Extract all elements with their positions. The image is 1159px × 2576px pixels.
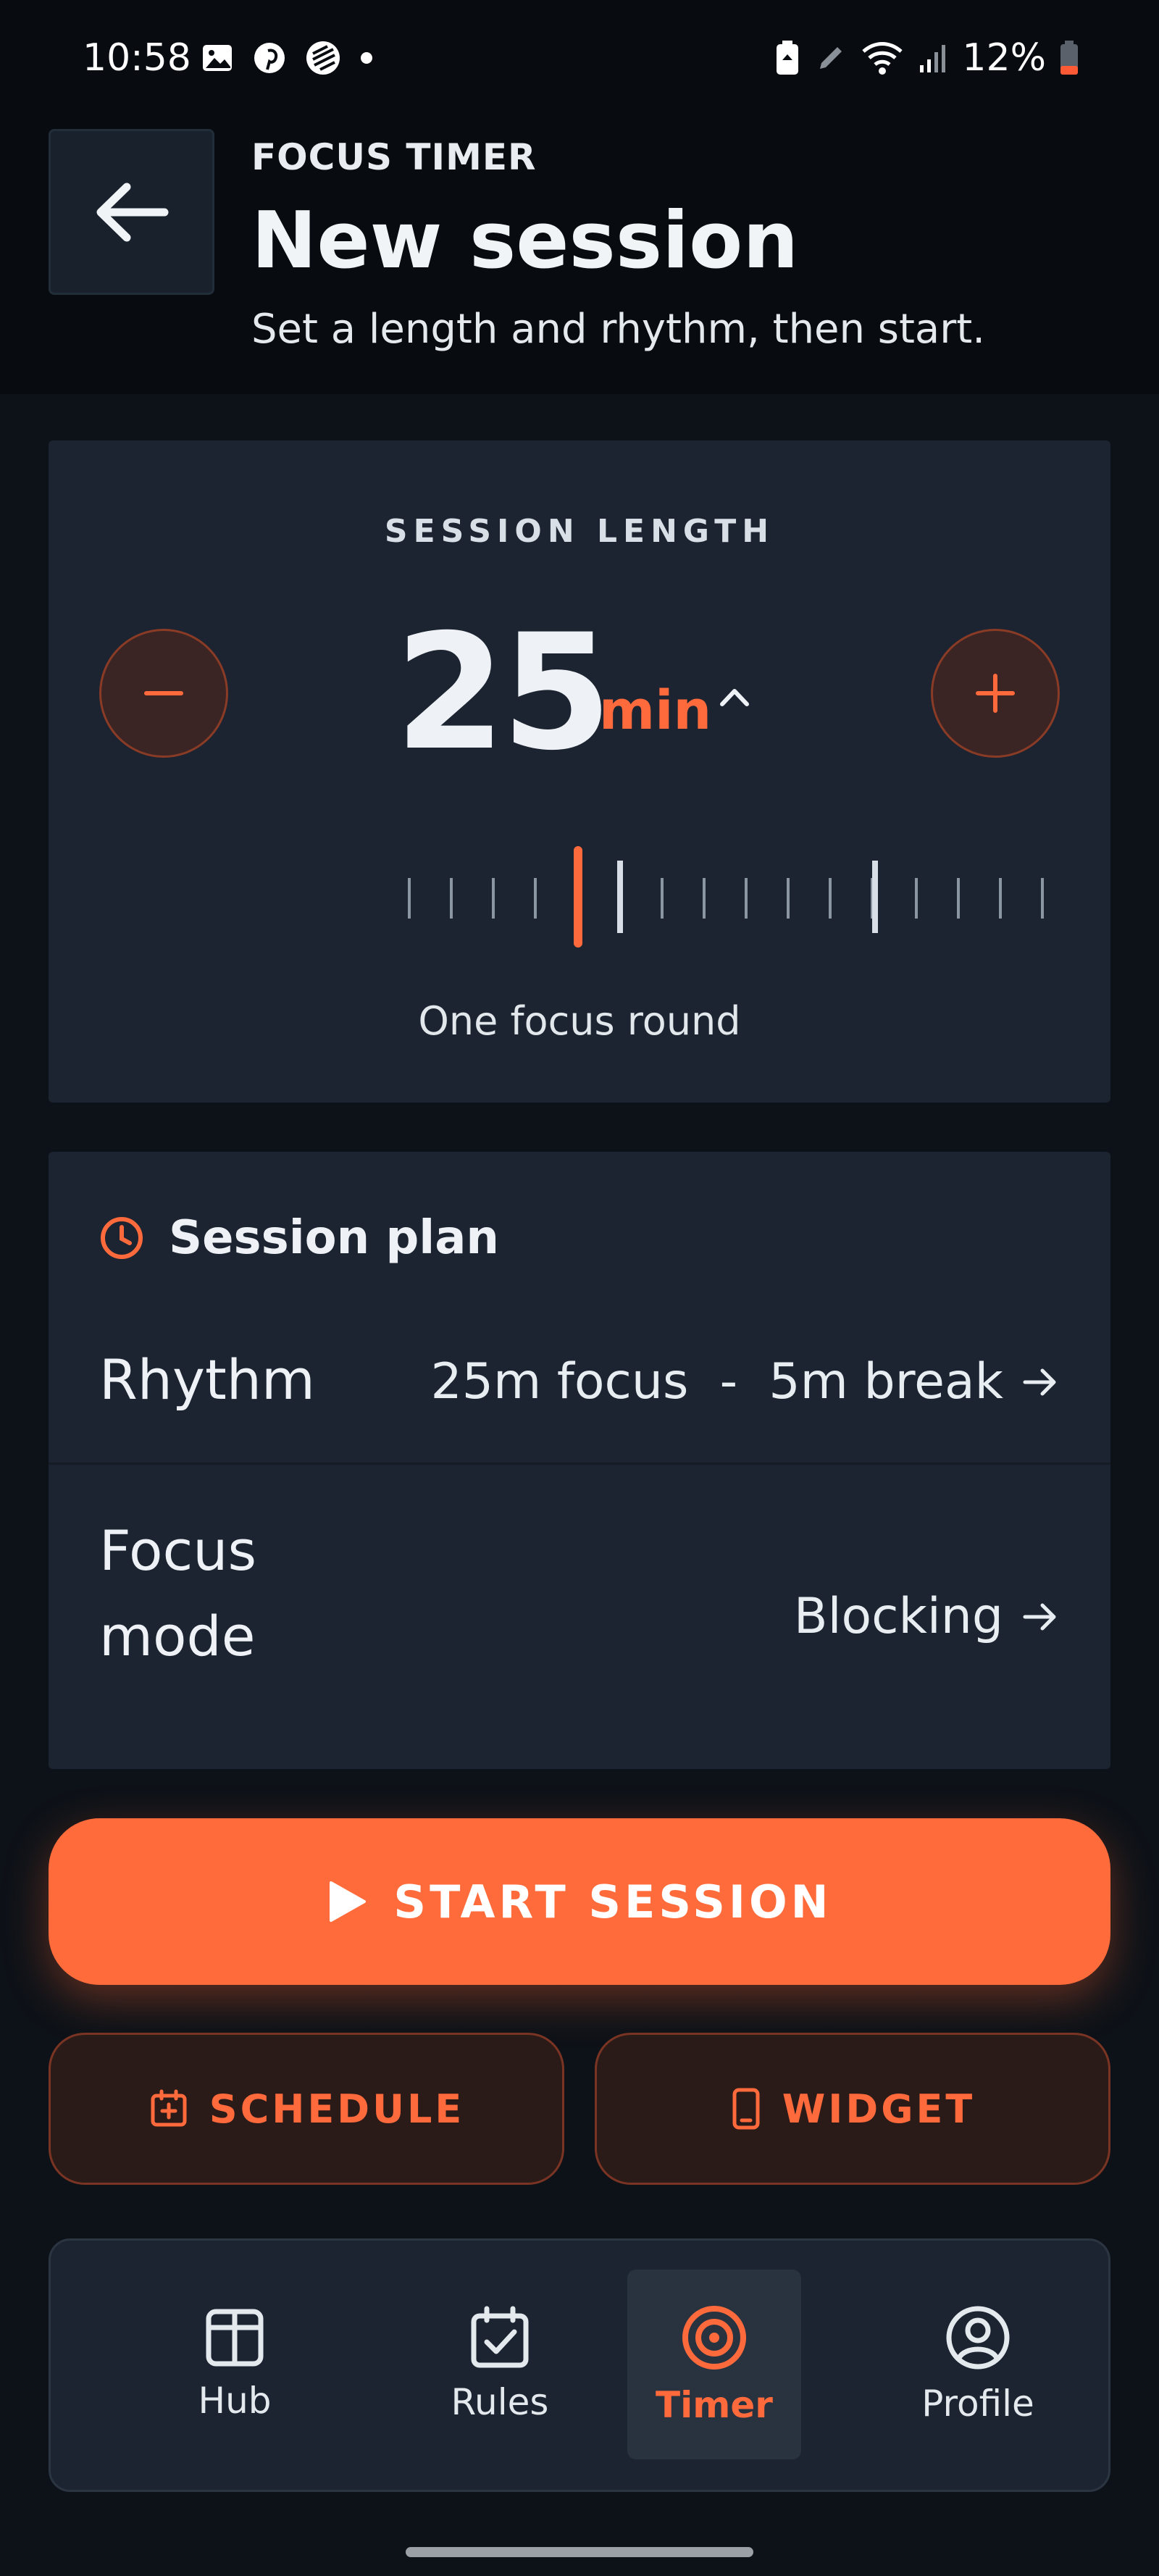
timer-icon	[682, 2306, 746, 2370]
start-session-button[interactable]: START SESSION	[49, 1818, 1110, 1985]
signal-icon	[920, 45, 946, 72]
page-title: New session	[251, 196, 799, 286]
session-length-caption: One focus round	[418, 998, 741, 1044]
bottom-navigation: Hub Rules Timer Profile	[49, 2238, 1110, 2492]
play-icon	[330, 1881, 367, 1922]
focus-mode-row[interactable]: Focus mode Blocking	[49, 1465, 1110, 1769]
rules-icon	[471, 2306, 529, 2368]
slider-ticks	[408, 861, 1044, 933]
nav-label-timer: Timer	[656, 2384, 773, 2426]
dot-icon	[361, 52, 372, 64]
battery-saver-icon	[777, 41, 799, 75]
session-plan-title: Session plan	[169, 1211, 499, 1265]
calendar-add-icon	[151, 2089, 187, 2127]
session-plan-card: Session plan Rhythm 25m focus - 5m break…	[49, 1152, 1110, 1769]
wifi-icon	[862, 42, 903, 75]
schedule-button[interactable]: SCHEDULE	[49, 2033, 564, 2185]
nav-label-hub: Hub	[198, 2380, 272, 2422]
status-time: 10:58	[83, 36, 191, 80]
nav-item-hub[interactable]: Hub	[148, 2270, 322, 2459]
nav-item-rules[interactable]: Rules	[413, 2270, 587, 2459]
clock-icon	[101, 1217, 143, 1259]
start-session-label: START SESSION	[393, 1875, 832, 1928]
nav-label-profile: Profile	[921, 2383, 1034, 2425]
status-bar: 10:58 12%	[0, 0, 1159, 116]
page-eyebrow: FOCUS TIMER	[251, 136, 537, 178]
back-button[interactable]	[49, 129, 214, 295]
focus-mode-label: Focus mode	[99, 1518, 257, 1668]
system-icons: 12%	[774, 36, 1079, 80]
rhythm-value: 25m focus - 5m break	[430, 1353, 1003, 1410]
schedule-label: SCHEDULE	[209, 2086, 465, 2132]
home-indicator[interactable]	[406, 2547, 753, 2557]
session-length-card: SESSION LENGTH 25 min One focus round	[49, 440, 1110, 1103]
rhythm-label: Rhythm	[99, 1347, 315, 1412]
gallery-icon	[203, 45, 232, 71]
phone-icon	[732, 2088, 760, 2130]
battery-icon	[1060, 41, 1078, 75]
nav-item-timer[interactable]: Timer	[627, 2270, 801, 2459]
focus-mode-value-group: Blocking	[794, 1588, 1060, 1645]
rhythm-row[interactable]: Rhythm 25m focus - 5m break	[49, 1297, 1110, 1465]
pinterest-icon	[254, 43, 285, 73]
arrow-right-icon	[1023, 1368, 1056, 1395]
notification-icons	[200, 39, 374, 77]
arrow-left-icon	[96, 183, 168, 241]
pen-icon	[820, 47, 842, 69]
rhythm-value-group: 25m focus - 5m break	[431, 1353, 1060, 1410]
nav-item-profile[interactable]: Profile	[891, 2270, 1065, 2459]
widget-button[interactable]: WIDGET	[595, 2033, 1110, 2185]
battery-percent: 12%	[962, 36, 1046, 80]
focus-mode-value: Blocking	[793, 1588, 1003, 1645]
hub-icon	[206, 2309, 264, 2367]
arrow-right-icon	[1023, 1603, 1056, 1630]
nav-label-rules: Rules	[451, 2381, 549, 2423]
page-header: FOCUS TIMER New session Set a length and…	[0, 116, 1159, 394]
widget-label: WIDGET	[782, 2086, 976, 2132]
profile-icon	[946, 2306, 1010, 2370]
page-subtitle: Set a length and rhythm, then start.	[251, 306, 986, 353]
session-plan-header: Session plan	[99, 1211, 499, 1265]
stack-app-icon	[306, 41, 340, 75]
